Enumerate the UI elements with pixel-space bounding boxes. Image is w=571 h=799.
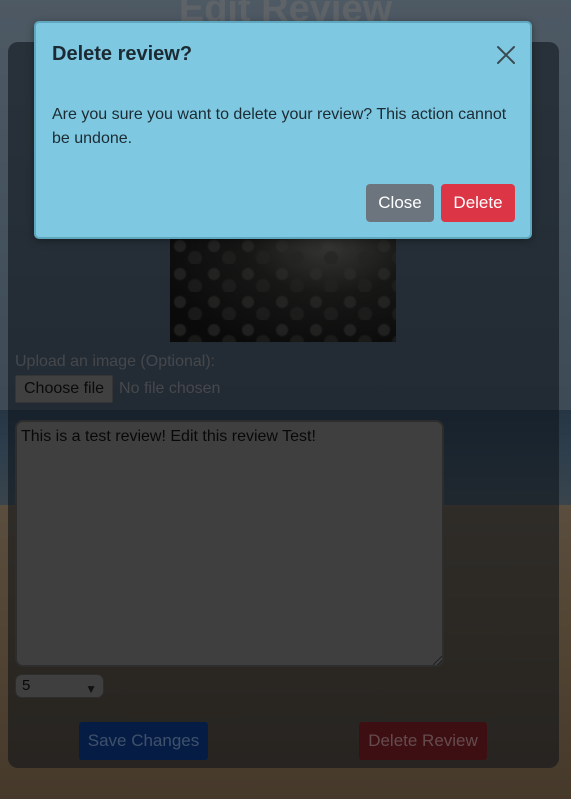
modal-title: Delete review? <box>52 43 193 65</box>
delete-button[interactable]: Delete <box>441 184 515 222</box>
close-icon[interactable] <box>496 45 516 65</box>
delete-review-modal: Delete review? Are you sure you want to … <box>34 21 532 239</box>
close-button[interactable]: Close <box>366 184 434 222</box>
modal-body-text: Are you sure you want to delete your rev… <box>52 106 507 147</box>
